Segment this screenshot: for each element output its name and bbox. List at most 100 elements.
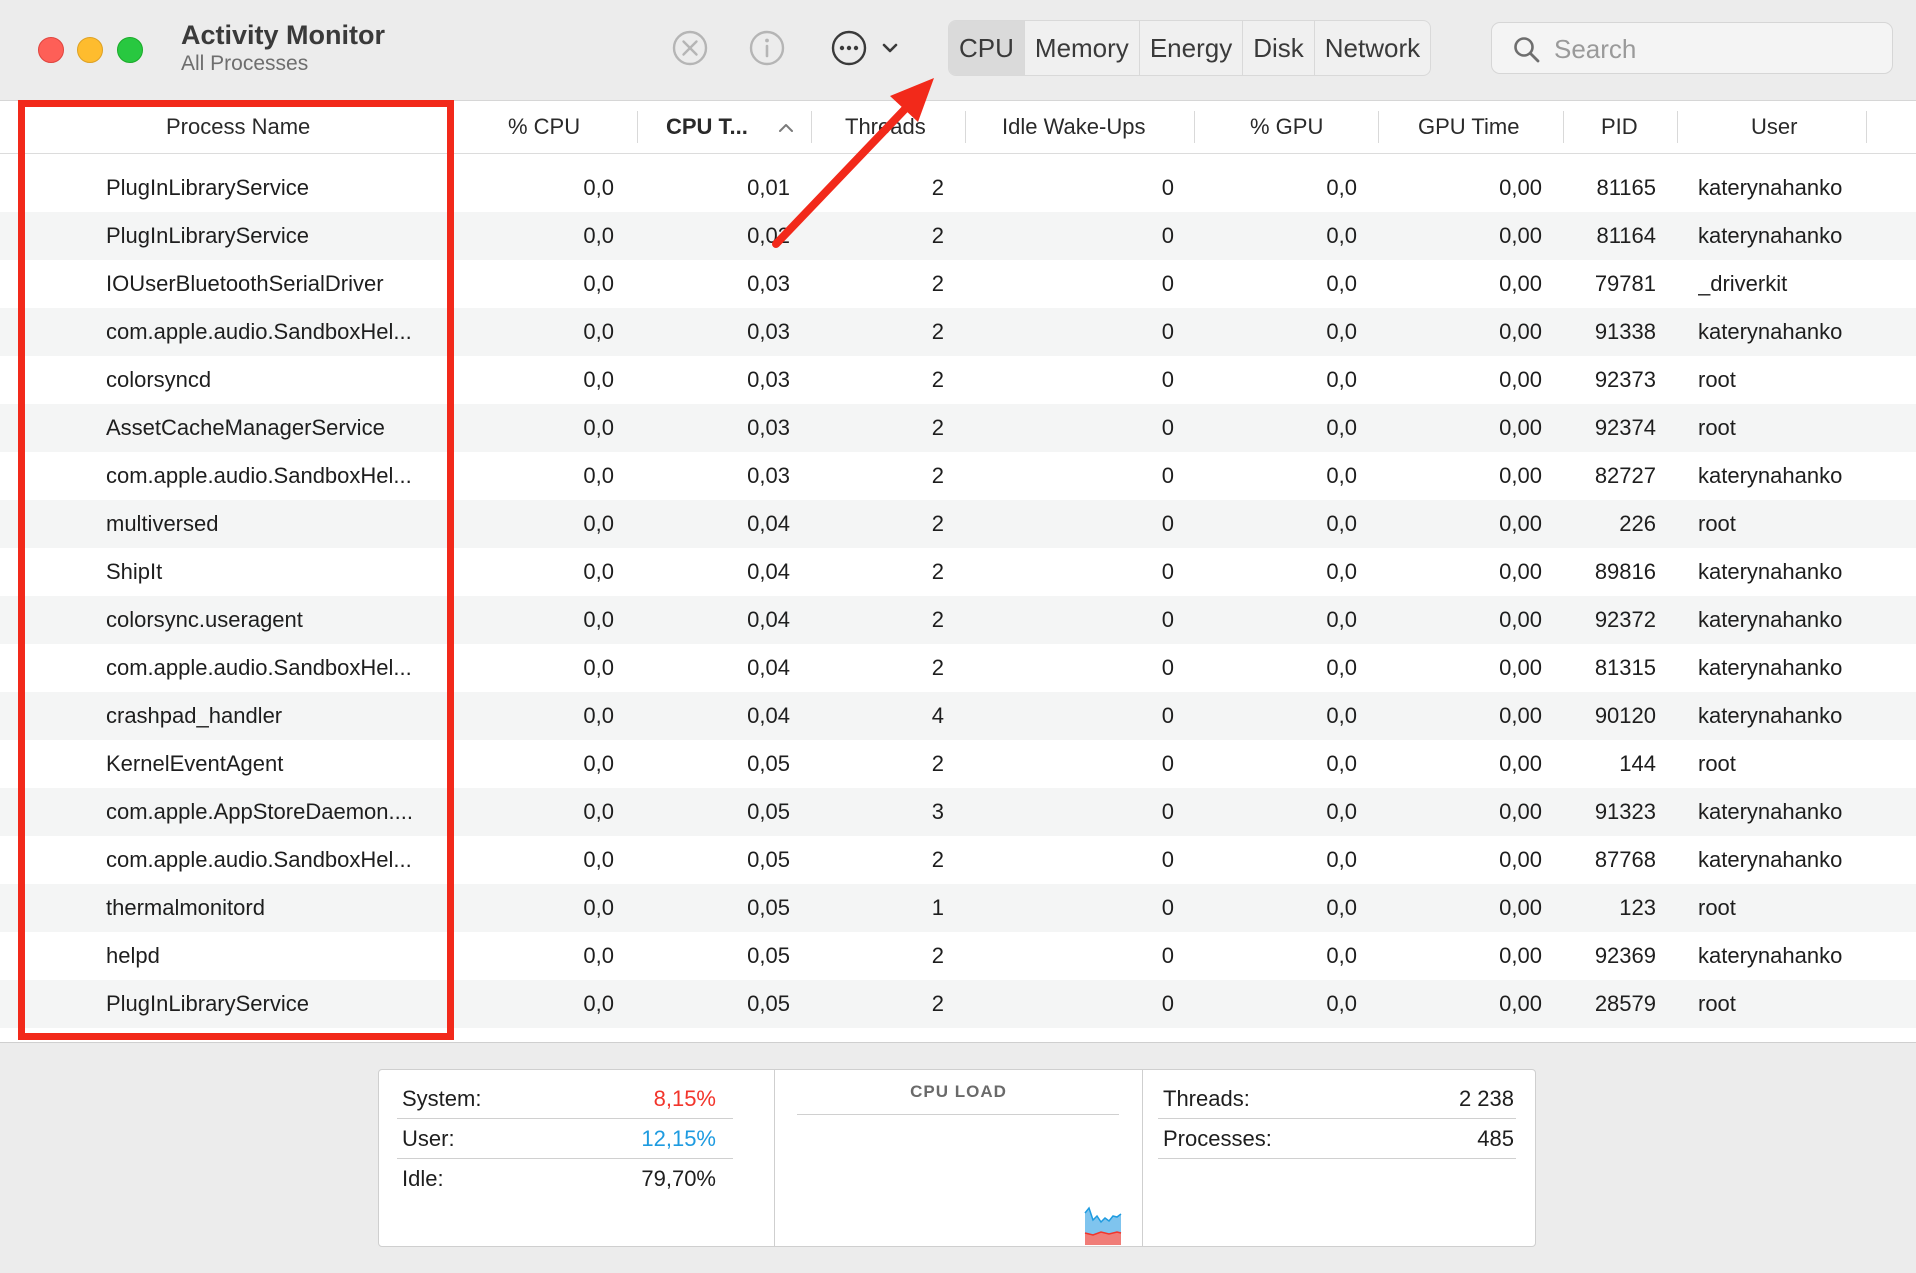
column-divider[interactable] [637, 111, 638, 143]
idle-wake-ups-cell: 0 [1161, 367, 1174, 392]
window-title: Activity Monitor [181, 20, 386, 50]
table-row[interactable]: com.apple.AppStoreDaemon.... 0,0 0,05 3 0 0,0… [0, 788, 1916, 836]
column-divider[interactable] [1563, 111, 1564, 143]
column-header-user[interactable]: User [1751, 101, 1797, 153]
table-row[interactable]: com.apple.audio.SandboxHel... 0,0 0,03 2 0 0,… [0, 308, 1916, 356]
tab-disk[interactable]: Disk [1243, 21, 1315, 75]
threads-cell: 2 [931, 511, 944, 536]
table-row[interactable]: com.apple.audio.SandboxHel... 0,0 0,04 2 0 0,… [0, 644, 1916, 692]
threads-cell: 2 [931, 415, 944, 440]
gpu-percent-cell: 0,0 [1326, 175, 1357, 200]
gpu-percent-cell: 0,0 [1326, 991, 1357, 1016]
pid-cell: 81165 [1596, 175, 1656, 200]
cpu-time-cell: 0,02 [747, 223, 790, 248]
table-row[interactable]: AssetCacheManagerService 0,0 0,03 2 0 0,0 0,00… [0, 404, 1916, 452]
tab-energy[interactable]: Energy [1140, 21, 1244, 75]
column-divider[interactable] [1194, 111, 1195, 143]
table-row[interactable]: PlugInLibraryService 0,0 0,05 2 0 0,0 0,00 2857… [0, 980, 1916, 1028]
pid-cell: 90120 [1594, 703, 1656, 728]
column-header-gpu-time[interactable]: GPU Time [1418, 101, 1519, 153]
column-header-threads[interactable]: Threads [845, 101, 926, 153]
gpu-time-cell: 0,00 [1499, 799, 1542, 824]
table-row[interactable]: com.apple.audio.SandboxHel... 0,0 0,05 2 0 0,… [0, 836, 1916, 884]
chevron-down-icon[interactable] [876, 27, 904, 69]
table-row[interactable]: PlugInLibraryService 0,0 0,02 2 0 0,0 0,00 8116… [0, 212, 1916, 260]
table-row[interactable]: multiversed 0,0 0,04 2 0 0,0 0,00 226 root [0, 500, 1916, 548]
cpu-time-cell: 0,05 [747, 847, 790, 872]
process-name-cell: com.apple.audio.SandboxHel... [106, 847, 412, 872]
column-divider[interactable] [811, 111, 812, 143]
process-name-cell: com.apple.audio.SandboxHel... [106, 463, 412, 488]
search-input[interactable] [1552, 31, 1876, 67]
info-icon[interactable] [746, 27, 788, 69]
column-divider[interactable] [965, 111, 966, 143]
threads-cell: 3 [931, 799, 944, 824]
pid-cell: 81315 [1594, 655, 1656, 680]
user-cell: root [1698, 367, 1736, 392]
idle-wake-ups-cell: 0 [1161, 607, 1174, 632]
divider [1158, 1158, 1516, 1159]
user-cell: katerynahanko [1698, 703, 1843, 728]
gpu-time-cell: 0,00 [1499, 415, 1542, 440]
cpu-time-cell: 0,05 [747, 799, 790, 824]
tab-memory[interactable]: Memory [1025, 21, 1140, 75]
window-zoom-button[interactable] [117, 37, 143, 63]
stop-process-icon[interactable] [669, 27, 711, 69]
window-subtitle[interactable]: All Processes [181, 52, 308, 76]
user-cell: root [1698, 511, 1736, 536]
user-cell: katerynahanko [1698, 319, 1843, 344]
gpu-percent-cell: 0,0 [1326, 703, 1357, 728]
system-value: 8,15% [653, 1086, 716, 1111]
user-cell: katerynahanko [1698, 175, 1843, 200]
table-row[interactable]: ShipIt 0,0 0,04 2 0 0,0 0,00 89816 katerynahanko [0, 548, 1916, 596]
window-minimize-button[interactable] [77, 37, 103, 63]
table-row[interactable]: KernelEventAgent 0,0 0,05 2 0 0,0 0,00 144 root [0, 740, 1916, 788]
table-row[interactable]: IOUserBluetoothSerialDriver 0,0 0,03 2 0 0,0 0… [0, 260, 1916, 308]
window-close-button[interactable] [38, 37, 64, 63]
cpu-time-cell: 0,05 [747, 751, 790, 776]
threads-cell: 2 [931, 319, 944, 344]
threads-cell: 2 [931, 943, 944, 968]
sort-ascending-icon[interactable] [778, 101, 794, 153]
column-header-pid[interactable]: PID [1601, 101, 1638, 153]
table-row[interactable]: colorsync.useragent 0,0 0,04 2 0 0,0 0,00 92372… [0, 596, 1916, 644]
threads-cell: 2 [931, 991, 944, 1016]
column-header-process-name[interactable]: Process Name [166, 101, 310, 153]
column-divider[interactable] [1677, 111, 1678, 143]
idle-wake-ups-cell: 0 [1161, 703, 1174, 728]
column-header-cpu-percent[interactable]: % CPU [508, 101, 580, 153]
table-row[interactable]: helpd 0,0 0,05 2 0 0,0 0,00 92369 katerynahanko [0, 932, 1916, 980]
column-header-idle-wake-ups[interactable]: Idle Wake-Ups [1002, 101, 1145, 153]
cpu-time-cell: 0,03 [747, 463, 790, 488]
table-row[interactable]: PlugInLibraryService 0,0 0,01 2 0 0,0 0,00 8116… [0, 164, 1916, 212]
process-name-cell: IOUserBluetoothSerialDriver [106, 271, 384, 296]
process-name-cell: com.apple.audio.SandboxHel... [106, 319, 412, 344]
process-name-cell: com.apple.AppStoreDaemon.... [106, 799, 413, 824]
column-divider[interactable] [1866, 111, 1867, 143]
gpu-time-cell: 0,00 [1499, 751, 1542, 776]
gpu-time-cell: 0,00 [1499, 367, 1542, 392]
table-row[interactable]: crashpad_handler 0,0 0,04 4 0 0,0 0,00 90120 kat… [0, 692, 1916, 740]
user-cell: root [1698, 991, 1736, 1016]
idle-wake-ups-cell: 0 [1161, 847, 1174, 872]
gpu-percent-cell: 0,0 [1326, 847, 1357, 872]
table-row[interactable]: colorsyncd 0,0 0,03 2 0 0,0 0,00 92373 root [0, 356, 1916, 404]
column-divider[interactable] [1378, 111, 1379, 143]
search-field[interactable] [1491, 22, 1893, 74]
pid-cell: 92374 [1594, 415, 1656, 440]
column-header-cpu-time[interactable]: CPU T... [666, 101, 748, 153]
table-row[interactable]: thermalmonitord 0,0 0,05 1 0 0,0 0,00 123 root [0, 884, 1916, 932]
threads-label: Threads: [1163, 1086, 1250, 1111]
process-name-cell: KernelEventAgent [106, 751, 284, 776]
tab-network[interactable]: Network [1315, 21, 1430, 75]
cpu-percent-cell: 0,0 [583, 223, 614, 248]
tab-cpu[interactable]: CPU [949, 21, 1025, 75]
cpu-time-cell: 0,05 [747, 943, 790, 968]
more-options-icon[interactable] [828, 27, 870, 69]
idle-wake-ups-cell: 0 [1161, 655, 1174, 680]
column-header-gpu-percent[interactable]: % GPU [1250, 101, 1323, 153]
table-row[interactable]: com.apple.audio.SandboxHel... 0,0 0,03 2 0 0,… [0, 452, 1916, 500]
cpu-time-cell: 0,04 [747, 511, 790, 536]
column-divider[interactable] [450, 111, 451, 143]
idle-wake-ups-cell: 0 [1161, 559, 1174, 584]
